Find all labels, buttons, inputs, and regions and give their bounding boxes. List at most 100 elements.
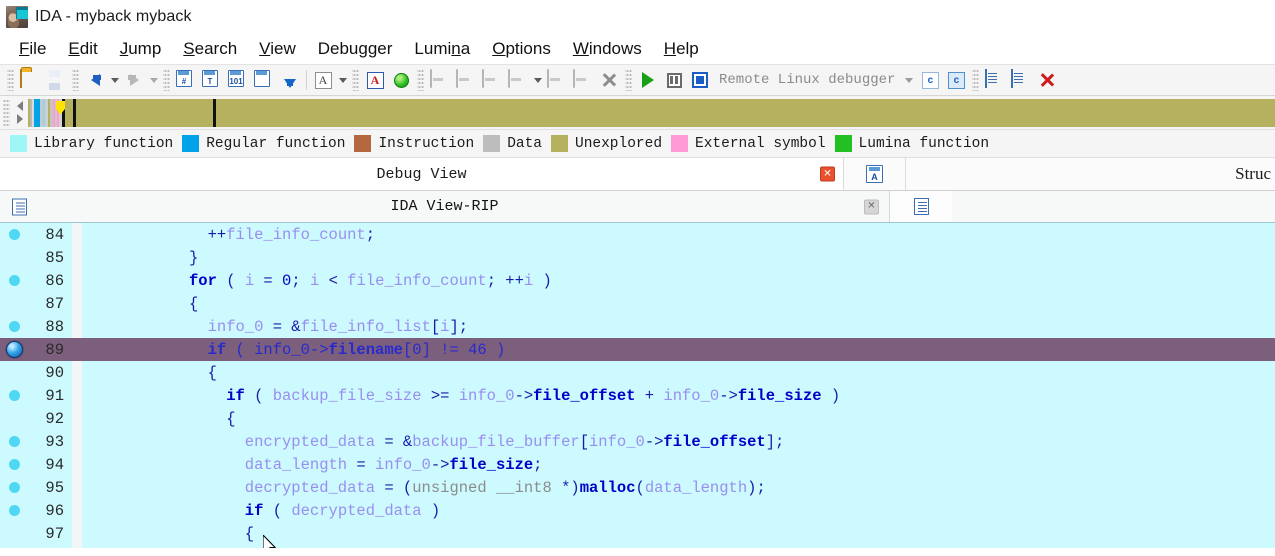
menu-lumina[interactable]: Lumina [403, 38, 481, 61]
code-line[interactable]: 85} [0, 246, 1275, 269]
code-line[interactable]: 96 if ( decrypted_data ) [0, 499, 1275, 522]
line-marker-gutter[interactable] [0, 459, 28, 470]
undefine-button[interactable] [544, 67, 570, 93]
code-line[interactable]: 95 decrypted_data = (unsigned __int8 *)ma… [0, 476, 1275, 499]
menu-search[interactable]: Search [172, 38, 248, 61]
jump-down-button[interactable] [277, 67, 303, 93]
make-struct-button[interactable] [505, 67, 531, 93]
toolbar-grip-2[interactable] [72, 69, 79, 91]
run-status-button[interactable] [388, 67, 414, 93]
line-marker-gutter[interactable] [0, 275, 28, 286]
toolbar-grip-3[interactable] [163, 69, 170, 91]
save-file-button[interactable] [43, 67, 69, 93]
step-into-button[interactable]: c [917, 67, 943, 93]
tab-debug-view[interactable]: Debug View ✕ [0, 158, 844, 190]
delete-button[interactable] [596, 67, 622, 93]
nav-next-icon[interactable] [17, 114, 23, 124]
toolbar-grip-6[interactable] [625, 69, 632, 91]
navigator-legend: Library function Regular function Instruct… [0, 130, 1275, 158]
run-button[interactable] [635, 67, 661, 93]
make-ascii-button[interactable] [479, 67, 505, 93]
navigator-grip[interactable] [3, 98, 10, 127]
make-struct-chevron-down-icon[interactable] [531, 67, 544, 93]
code-line[interactable]: 88 info_0 = &file_info_list[i]; [0, 315, 1275, 338]
code-line[interactable]: 87 { [0, 292, 1275, 315]
make-code-button[interactable] [427, 67, 453, 93]
analysis-warning-button[interactable]: A [362, 67, 388, 93]
make-data-button[interactable] [453, 67, 479, 93]
line-marker-gutter[interactable] [0, 482, 28, 493]
code-line[interactable]: 86 for ( i = 0; i < file_info_count; ++i … [0, 269, 1275, 292]
line-marker-gutter[interactable] [0, 505, 28, 516]
line-marker-icon[interactable] [8, 482, 20, 493]
jump-to-address-button[interactable]: # [173, 67, 199, 93]
code-line[interactable]: 90 { [0, 361, 1275, 384]
tab-next-pseudocode[interactable] [890, 191, 952, 222]
toolbar-grip-5[interactable] [417, 69, 424, 91]
line-marker-icon[interactable] [8, 390, 20, 401]
navigate-forward-button[interactable] [121, 67, 147, 93]
tab-ida-view-rip[interactable]: IDA View-RIP ✕ [0, 191, 890, 222]
menu-options[interactable]: Options [481, 38, 562, 61]
menu-file[interactable]: File [8, 38, 57, 61]
toolbar-grip[interactable] [7, 69, 14, 91]
line-marker-icon[interactable] [8, 321, 20, 332]
code-line[interactable]: 84 ++file_info_count; [0, 223, 1275, 246]
terminate-button[interactable] [687, 67, 713, 93]
line-marker-icon[interactable] [8, 229, 20, 240]
code-line[interactable]: 98 memcpy(decrypted_data, encrypted_data,… [0, 545, 1275, 548]
close-icon[interactable]: ✕ [864, 199, 879, 214]
make-array-button[interactable] [570, 67, 596, 93]
toolbar-grip-7[interactable] [972, 69, 980, 91]
menu-view[interactable]: View [248, 38, 307, 61]
step-over-button[interactable]: c [943, 67, 969, 93]
navigate-back-button[interactable] [82, 67, 108, 93]
current-instruction-gutter[interactable] [0, 341, 28, 358]
fold-margin [72, 361, 82, 384]
open-file-button[interactable] [17, 67, 43, 93]
menu-debugger[interactable]: Debugger [307, 38, 404, 61]
text-view-icon[interactable]: A [844, 158, 906, 190]
line-marker-icon[interactable] [8, 275, 20, 286]
line-marker-gutter[interactable] [0, 321, 28, 332]
navigator-cursor[interactable] [213, 98, 216, 127]
line-marker-icon[interactable] [8, 459, 20, 470]
pseudocode-view[interactable]: 84 ++file_info_count; 85} 86 for ( i = 0; i … [0, 223, 1275, 548]
line-marker-gutter[interactable] [0, 229, 28, 240]
code-line-current[interactable]: 89 if ( info_0->filename[0] != 46 ) [0, 338, 1275, 361]
navigator-strip[interactable] [28, 98, 1275, 127]
code-line[interactable]: 93 encrypted_data = &backup_file_buffer[i… [0, 430, 1275, 453]
code-token: info_0 [254, 340, 310, 359]
delete-breakpoint-button[interactable] [1034, 67, 1060, 93]
toolbar-grip-4[interactable] [352, 69, 359, 91]
menu-help[interactable]: Help [653, 38, 710, 61]
navigate-forward-chevron-down-icon[interactable] [147, 67, 160, 93]
code-line[interactable]: 92 { [0, 407, 1275, 430]
menu-edit[interactable]: Edit [57, 38, 108, 61]
text-style-chevron-down-icon[interactable] [336, 67, 349, 93]
navigator-arrows[interactable] [12, 101, 28, 124]
pause-button[interactable] [661, 67, 687, 93]
current-instruction-icon[interactable] [5, 341, 23, 358]
breakpoint-list-button[interactable] [982, 67, 1008, 93]
line-marker-gutter[interactable] [0, 436, 28, 447]
debugger-selector[interactable]: Remote Linux debugger [713, 68, 917, 92]
text-style-button[interactable]: A [310, 67, 336, 93]
code-line[interactable]: 94 data_length = info_0->file_size; [0, 453, 1275, 476]
line-marker-icon[interactable] [8, 505, 20, 516]
chevron-down-icon[interactable] [905, 77, 914, 83]
jump-to-name-button[interactable]: T [199, 67, 225, 93]
code-line[interactable]: 91 if ( backup_file_size >= info_0->file_… [0, 384, 1275, 407]
jump-to-xref-button[interactable] [251, 67, 277, 93]
line-marker-icon[interactable] [8, 436, 20, 447]
nav-prev-icon[interactable] [17, 101, 23, 111]
tab-structures[interactable]: Struc [906, 158, 1275, 190]
jump-to-number-button[interactable]: 101 [225, 67, 251, 93]
close-icon[interactable]: ✕ [820, 166, 835, 182]
menu-windows[interactable]: Windows [562, 38, 653, 61]
add-breakpoint-button[interactable] [1008, 67, 1034, 93]
navigate-back-chevron-down-icon[interactable] [108, 67, 121, 93]
line-marker-gutter[interactable] [0, 390, 28, 401]
menu-jump[interactable]: Jump [109, 38, 173, 61]
code-line[interactable]: 97 { [0, 522, 1275, 545]
